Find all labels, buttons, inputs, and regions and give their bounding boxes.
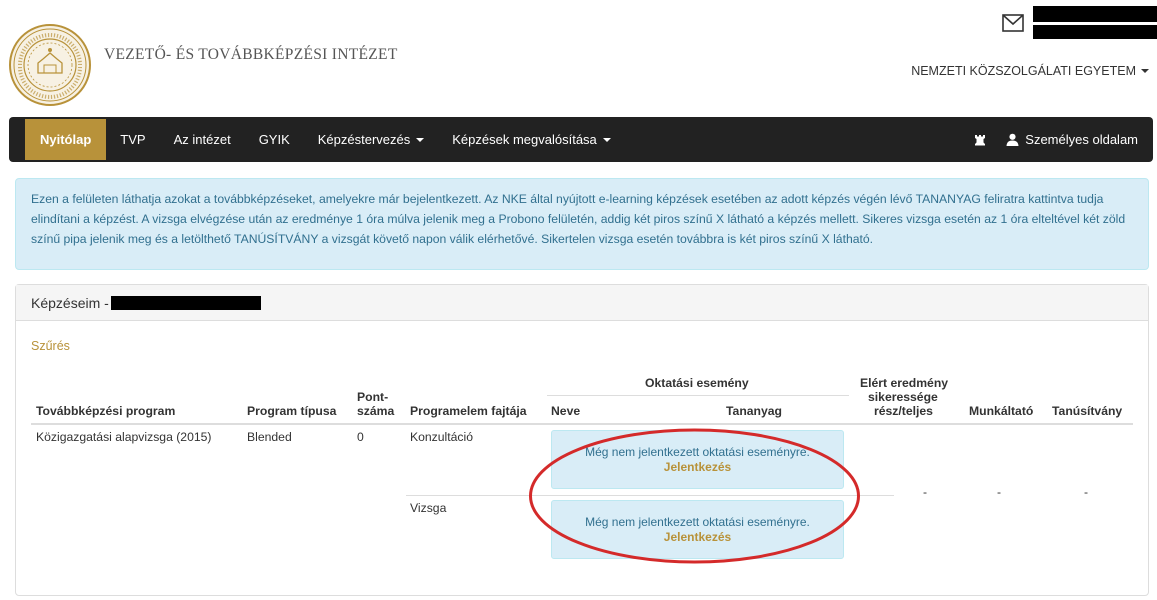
row-certificate: - <box>1084 485 1089 499</box>
caret-down-icon <box>416 137 425 142</box>
filter-link[interactable]: Szűrés <box>31 339 70 353</box>
panel-heading: Képzéseim - <box>16 285 1148 321</box>
nav-item-label: Nyitólap <box>40 132 92 147</box>
site-title: VEZETŐ- ÉS TOVÁBBKÉPZÉSI INTÉZET <box>104 46 398 63</box>
page-header: VEZETŐ- ÉS TOVÁBBKÉPZÉSI INTÉZET NEMZETI… <box>0 0 1157 117</box>
nav-item-label: Képzéstervezés <box>317 132 411 147</box>
col-header-employer: Munkáltató <box>969 404 1034 418</box>
row-employer: - <box>997 485 1002 499</box>
col-header-type: Program típusa <box>247 404 337 418</box>
element-consultation: Konzultáció <box>410 430 474 444</box>
university-dropdown[interactable]: NEMZETI KÖZSZOLGÁLATI EGYETEM <box>911 64 1149 78</box>
row-program: Közigazgatási alapvizsga (2015) <box>36 430 212 444</box>
element-exam: Vizsga <box>410 501 447 515</box>
my-trainings-panel: Képzéseim - Szűrés Továbbképzési program… <box>15 284 1149 596</box>
university-dropdown-label: NEMZETI KÖZSZOLGÁLATI EGYETEM <box>911 64 1136 78</box>
col-header-result-1: Elért eredmény <box>860 376 949 390</box>
personal-page-label: Személyes oldalam <box>1025 132 1138 147</box>
event-group-divider <box>547 395 849 396</box>
row-type: Blended <box>247 430 292 444</box>
nav-item-faq[interactable]: GYIK <box>245 117 304 162</box>
col-header-points-2: száma <box>357 404 395 418</box>
caret-down-icon <box>602 137 611 142</box>
main-navbar: Nyitólap TVP Az intézet GYIK Képzésterve… <box>9 117 1153 162</box>
col-header-points-1: Pont- <box>357 390 389 404</box>
panel-title: Képzéseim - <box>31 294 109 311</box>
envelope-icon[interactable] <box>1002 14 1024 32</box>
table-header-divider <box>31 423 1133 425</box>
nav-item-label: TVP <box>120 132 146 147</box>
col-header-result-3: rész/teljes <box>874 404 933 418</box>
col-header-event-group: Oktatási esemény <box>645 376 749 390</box>
caret-down-icon <box>1141 69 1149 73</box>
nav-item-personal-page[interactable]: Személyes oldalam <box>996 117 1153 162</box>
row-points: 0 <box>357 430 364 444</box>
nav-item-label: GYIK <box>258 132 290 147</box>
redacted-name <box>110 295 261 310</box>
red-annotation-ellipse <box>529 428 860 564</box>
nav-item-training-implementation[interactable]: Képzések megvalósítása <box>438 117 625 162</box>
info-alert: Ezen a felületen láthatja azokat a továb… <box>15 178 1149 270</box>
nav-item-training-planning[interactable]: Képzéstervezés <box>304 117 439 162</box>
col-header-program: Továbbképzési program <box>36 404 176 418</box>
redacted-user-email <box>1033 25 1157 39</box>
row-result: - <box>923 485 928 499</box>
redacted-user-name <box>1033 6 1157 22</box>
col-header-event-name: Neve <box>551 404 581 418</box>
col-header-element: Programelem fajtája <box>410 404 527 418</box>
nke-seal-logo[interactable] <box>8 23 92 107</box>
nav-item-home[interactable]: Nyitólap <box>25 119 107 160</box>
nav-item-label: Az intézet <box>173 132 231 147</box>
col-header-event-material: Tananyag <box>726 404 782 418</box>
user-icon <box>1006 133 1019 146</box>
nav-item-label: Képzések megvalósítása <box>452 132 597 147</box>
col-header-certificate: Tanúsítvány <box>1052 404 1123 418</box>
chess-rook-icon <box>975 134 986 145</box>
nav-item-chess[interactable] <box>964 117 996 162</box>
col-header-result-2: sikeressége <box>868 390 938 404</box>
nav-item-tvp[interactable]: TVP <box>106 117 159 162</box>
nav-item-institute[interactable]: Az intézet <box>160 117 245 162</box>
